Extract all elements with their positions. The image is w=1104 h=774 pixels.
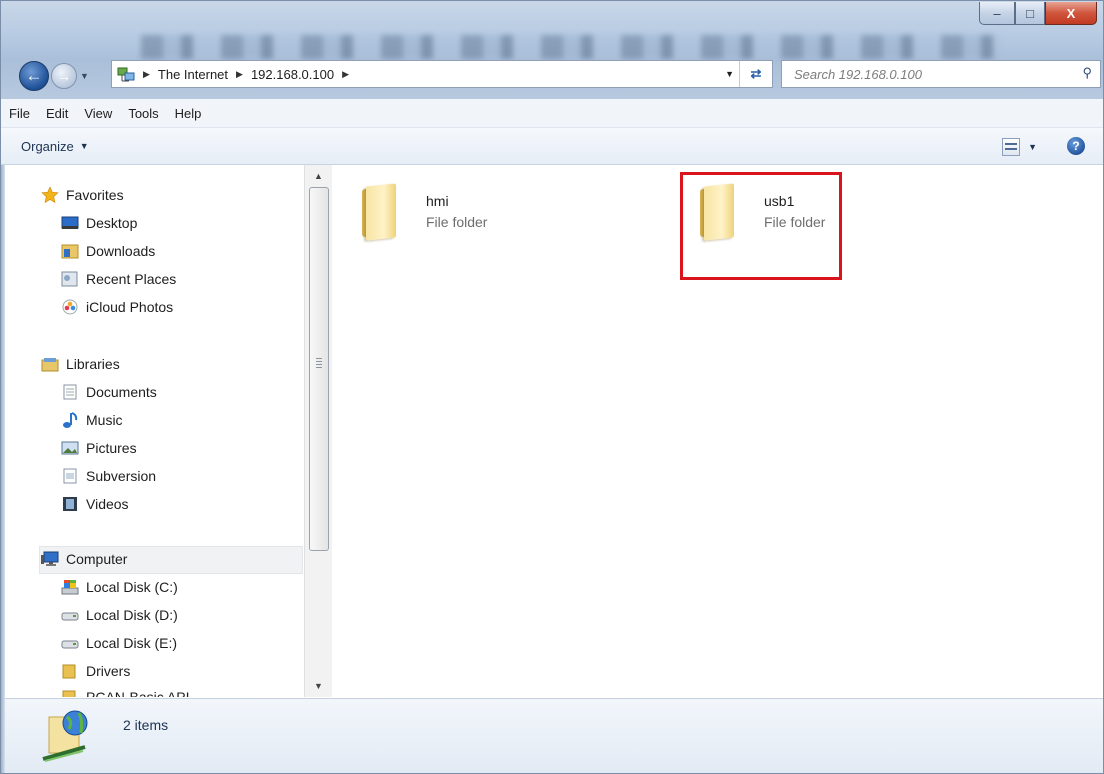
tree-pcan-basic-api[interactable]: PCAN-Basic API [61, 684, 189, 697]
system-drive-icon [61, 579, 79, 595]
network-location-icon [117, 65, 135, 83]
tree-desktop[interactable]: Desktop [61, 210, 137, 236]
search-box: ⚲ [781, 60, 1101, 88]
file-list: hmi File folder usb1 File folder [332, 165, 1103, 697]
organize-button[interactable]: Organize ▼ [21, 139, 89, 154]
tree-videos[interactable]: Videos [61, 491, 129, 517]
hard-drive-icon [61, 607, 79, 623]
breadcrumb-separator-icon[interactable]: ▶ [143, 69, 150, 80]
maximize-button[interactable]: □ [1015, 2, 1045, 25]
menu-tools[interactable]: Tools [120, 106, 166, 121]
folder-icon [61, 663, 79, 679]
menu-file[interactable]: File [1, 106, 38, 121]
search-input[interactable] [792, 65, 1076, 83]
tree-pictures[interactable]: Pictures [61, 435, 137, 461]
command-bar: Organize ▼ ▼ ? [1, 128, 1103, 165]
change-view-button[interactable]: ▼ [1002, 138, 1037, 156]
icloud-photos-icon [61, 299, 79, 315]
star-icon [41, 186, 59, 204]
menu-bar: File Edit View Tools Help [1, 99, 1103, 128]
title-bar: – □ X ← → ▼ ▶ The Internet ▶ 192.168.0.1… [1, 1, 1103, 99]
forward-button[interactable]: → [51, 63, 77, 89]
chevron-down-icon: ▼ [79, 141, 89, 151]
search-icon[interactable]: ⚲ [1082, 65, 1092, 81]
tree-local-disk-d[interactable]: Local Disk (D:) [61, 602, 178, 628]
desktop-icon [61, 215, 79, 231]
tree-icloud-photos[interactable]: iCloud Photos [61, 294, 173, 320]
videos-icon [61, 496, 79, 512]
subversion-icon [61, 468, 79, 484]
address-bar[interactable]: ▶ The Internet ▶ 192.168.0.100 ▶ ▼ ⇄ [111, 60, 773, 88]
scroll-down-icon[interactable]: ▼ [305, 675, 332, 697]
forward-arrow-icon: → [57, 68, 71, 84]
view-options-icon [1002, 138, 1021, 156]
pictures-icon [61, 440, 79, 456]
organize-label: Organize [21, 138, 74, 154]
close-button[interactable]: X [1045, 2, 1097, 25]
breadcrumb-the-internet[interactable]: The Internet [158, 67, 228, 82]
network-globe-icon [39, 707, 99, 767]
tree-local-disk-c[interactable]: Local Disk (C:) [61, 574, 178, 600]
address-dropdown-icon[interactable]: ▼ [725, 69, 734, 79]
item-count: 2 items [123, 717, 169, 733]
tree-local-disk-e[interactable]: Local Disk (E:) [61, 630, 177, 656]
folder-icon [61, 689, 79, 697]
downloads-folder-icon [61, 243, 79, 259]
tree-drivers[interactable]: Drivers [61, 658, 130, 684]
help-button[interactable]: ? [1067, 137, 1085, 155]
help-icon: ? [1072, 139, 1080, 153]
scroll-up-icon[interactable]: ▲ [305, 165, 332, 187]
explorer-window: – □ X ← → ▼ ▶ The Internet ▶ 192.168.0.1… [0, 0, 1104, 774]
chevron-down-icon: ▼ [1028, 142, 1037, 152]
tree-subversion[interactable]: Subversion [61, 463, 156, 489]
scrollbar-thumb[interactable] [309, 187, 329, 551]
folder-item-hmi[interactable]: hmi File folder [358, 181, 488, 241]
folder-name: hmi [426, 193, 449, 209]
back-button[interactable]: ← [19, 61, 49, 91]
tree-documents[interactable]: Documents [61, 379, 157, 405]
menu-edit[interactable]: Edit [38, 106, 76, 121]
documents-icon [61, 384, 79, 400]
navigation-scrollbar[interactable]: ▲ ▼ [304, 165, 333, 697]
red-highlight-box [680, 172, 842, 280]
hard-drive-icon [61, 635, 79, 651]
refresh-button[interactable]: ⇄ [739, 61, 772, 87]
tree-music[interactable]: Music [61, 407, 123, 433]
folder-type: File folder [426, 214, 488, 230]
refresh-icon: ⇄ [750, 66, 762, 81]
back-arrow-icon: ← [25, 66, 43, 85]
details-pane: 2 items [1, 698, 1103, 773]
breadcrumb-ip[interactable]: 192.168.0.100 [251, 67, 334, 82]
menu-help[interactable]: Help [167, 106, 210, 121]
breadcrumb-separator-icon[interactable]: ▶ [342, 69, 349, 80]
recent-places-icon [61, 271, 79, 287]
navigation-pane: Favorites Desktop Downloads Recent Place… [1, 165, 303, 697]
libraries-icon [41, 356, 59, 372]
caption-buttons: – □ X [979, 2, 1097, 26]
menu-view[interactable]: View [76, 106, 120, 121]
recent-pages-dropdown-icon[interactable]: ▼ [80, 71, 89, 81]
breadcrumb-separator-icon[interactable]: ▶ [236, 69, 243, 80]
tree-favorites[interactable]: Favorites [41, 182, 124, 208]
tree-recent-places[interactable]: Recent Places [61, 266, 176, 292]
minimize-button[interactable]: – [979, 2, 1015, 25]
tree-computer[interactable]: Computer [41, 546, 127, 572]
navigation-buttons: ← → ▼ [19, 61, 89, 91]
tree-libraries[interactable]: Libraries [41, 351, 120, 377]
tree-downloads[interactable]: Downloads [61, 238, 155, 264]
folder-icon [358, 181, 402, 241]
music-note-icon [61, 412, 79, 428]
computer-icon [41, 551, 59, 567]
